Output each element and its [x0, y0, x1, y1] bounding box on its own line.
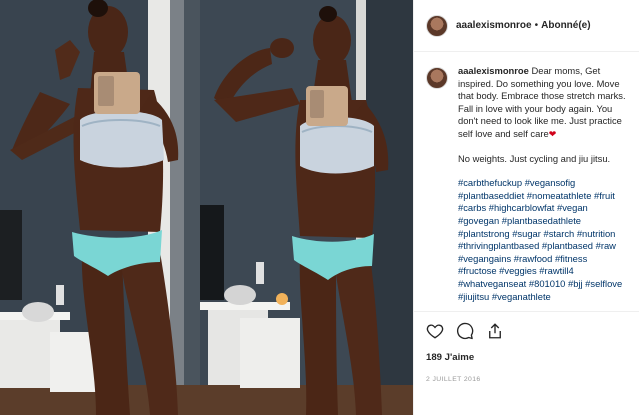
caption-area: aaalexismonroe Dear moms, Get inspired. … — [414, 53, 639, 311]
post-date[interactable]: 2 JUILLET 2016 — [426, 376, 628, 383]
likes-count[interactable]: 189 J'aime — [426, 352, 628, 363]
action-icons — [426, 320, 628, 342]
post-photo[interactable] — [0, 0, 413, 415]
caption-line-2: No weights. Just cycling and jiu jitsu. — [458, 152, 611, 164]
post-header: aaalexismonroe • Abonné(e) — [414, 0, 639, 52]
share-upload-icon[interactable] — [486, 322, 504, 340]
follow-status-button[interactable]: Abonné(e) — [541, 20, 590, 31]
mirror-selfie-image — [0, 0, 413, 415]
comment-bubble-icon[interactable] — [456, 322, 474, 340]
caption-username[interactable]: aaalexismonroe — [458, 65, 529, 76]
hashtag-list[interactable]: #carbthefuckup #vegansofig #plantbaseddi… — [458, 177, 628, 303]
caption-text-block: aaalexismonroe Dear moms, Get inspired. … — [458, 65, 628, 303]
header-separator: • — [534, 20, 539, 31]
post-actions: 189 J'aime 2 JUILLET 2016 — [414, 311, 639, 383]
caption-body: Dear moms, Get inspired. Do something yo… — [458, 65, 626, 139]
header-username[interactable]: aaalexismonroe — [456, 20, 532, 31]
caption-avatar[interactable] — [426, 67, 448, 89]
avatar[interactable] — [426, 14, 448, 37]
heart-emoji-icon: ❤ — [548, 128, 557, 139]
caption-row: aaalexismonroe Dear moms, Get inspired. … — [426, 65, 628, 303]
post-side-panel: aaalexismonroe • Abonné(e) aaalexismonro… — [413, 0, 639, 415]
heart-outline-icon[interactable] — [426, 322, 444, 340]
